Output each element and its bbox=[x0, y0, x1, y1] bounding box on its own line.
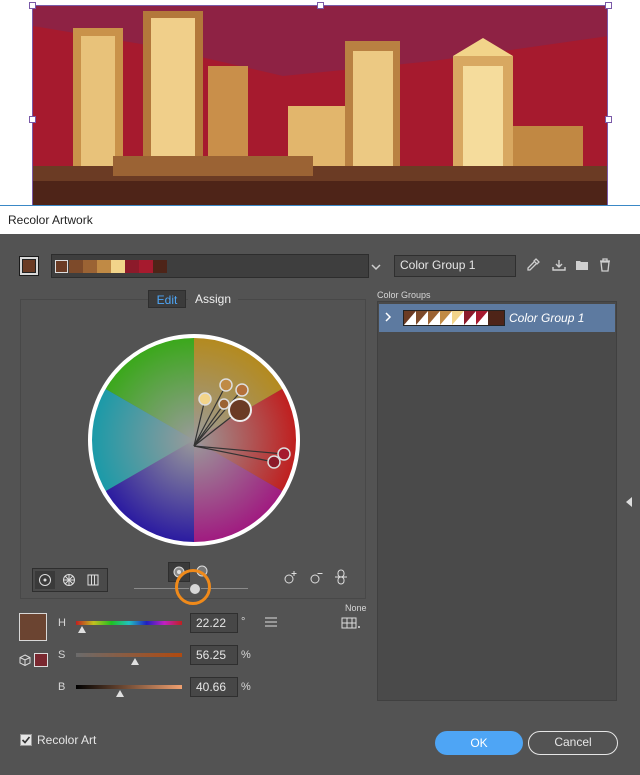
city-skyline-artwork[interactable] bbox=[32, 5, 608, 205]
recolor-art-checkbox[interactable] bbox=[20, 734, 32, 746]
tab-edit[interactable]: Edit bbox=[148, 290, 186, 308]
h-unit: ° bbox=[241, 616, 246, 628]
color-groups-panel: Color Group 1 bbox=[377, 301, 617, 701]
eyedropper-icon[interactable] bbox=[525, 258, 541, 275]
wheel-mode-buttons bbox=[32, 568, 108, 592]
s-unit: % bbox=[241, 649, 251, 661]
color-groups-header: Color Groups bbox=[377, 290, 431, 300]
b-label: B bbox=[58, 681, 66, 693]
saturation-slider-thumb[interactable] bbox=[131, 658, 139, 665]
hue-slider[interactable] bbox=[76, 621, 182, 625]
recolor-artwork-dialog: Recolor Artwork Color Group 1 Edit Assig… bbox=[0, 205, 640, 775]
color-swatch-strip[interactable] bbox=[51, 254, 369, 278]
highlight-circle bbox=[175, 569, 211, 605]
collapse-panel-icon[interactable] bbox=[624, 496, 634, 511]
brightness-value-slider[interactable] bbox=[76, 685, 182, 689]
b-unit: % bbox=[241, 681, 251, 693]
h-label: H bbox=[58, 617, 66, 629]
color-library-icon[interactable] bbox=[340, 617, 362, 632]
chevron-down-icon[interactable] bbox=[369, 260, 383, 274]
out-of-gamut-swatch[interactable] bbox=[34, 653, 48, 667]
folder-icon[interactable] bbox=[574, 258, 590, 275]
recolor-art-label: Recolor Art bbox=[37, 733, 97, 747]
h-value-input[interactable]: 22.22 bbox=[190, 613, 238, 633]
color-group-row[interactable]: Color Group 1 bbox=[379, 304, 615, 332]
color-group-swatches bbox=[403, 310, 505, 326]
chevron-right-icon[interactable] bbox=[383, 311, 393, 325]
add-color-tool-icon[interactable] bbox=[282, 569, 300, 588]
save-group-icon[interactable] bbox=[551, 258, 567, 275]
color-group-name-input[interactable]: Color Group 1 bbox=[394, 255, 516, 277]
brightness-value-slider-thumb[interactable] bbox=[116, 690, 124, 697]
skyline-image bbox=[33, 6, 607, 205]
segmented-wheel-icon[interactable] bbox=[59, 571, 79, 589]
color-group-name: Color Group 1 bbox=[509, 311, 585, 325]
tab-assign[interactable]: Assign bbox=[188, 290, 238, 308]
color-bars-icon[interactable] bbox=[83, 571, 103, 589]
color-wheel[interactable] bbox=[86, 332, 302, 548]
color-preview-swatch[interactable] bbox=[19, 613, 47, 641]
smooth-wheel-icon[interactable] bbox=[35, 571, 55, 589]
b-value-input[interactable]: 40.66 bbox=[190, 677, 238, 697]
cancel-button[interactable]: Cancel bbox=[528, 731, 618, 755]
hue-slider-thumb[interactable] bbox=[78, 626, 86, 633]
saturation-slider[interactable] bbox=[76, 653, 182, 657]
s-value-input[interactable]: 56.25 bbox=[190, 645, 238, 665]
dialog-title: Recolor Artwork bbox=[8, 213, 93, 227]
none-label: None bbox=[345, 603, 367, 613]
artboard-preview bbox=[0, 0, 640, 205]
hsb-menu-icon[interactable] bbox=[264, 616, 278, 630]
s-label: S bbox=[58, 649, 66, 661]
remove-color-tool-icon[interactable] bbox=[308, 569, 326, 588]
trash-icon[interactable] bbox=[597, 258, 613, 275]
ok-button[interactable]: OK bbox=[435, 731, 523, 755]
current-color-swatch[interactable] bbox=[19, 256, 39, 276]
link-harmony-icon[interactable] bbox=[332, 569, 350, 588]
cube-icon[interactable] bbox=[18, 654, 32, 669]
dialog-titlebar: Recolor Artwork bbox=[0, 206, 640, 234]
